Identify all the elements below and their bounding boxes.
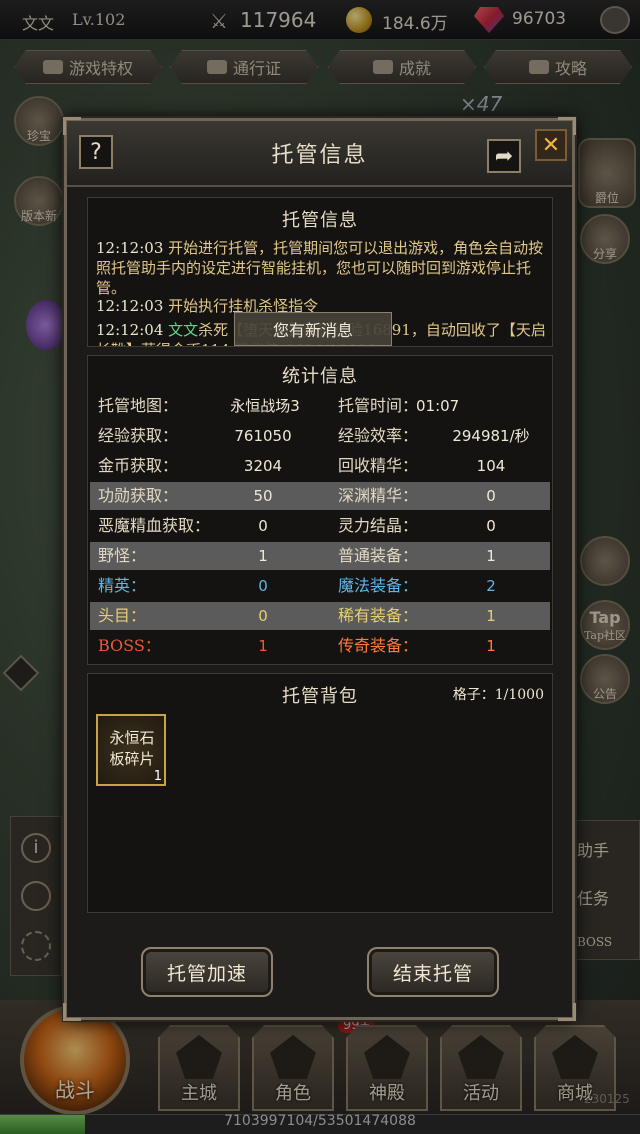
stat-label: 灵力结晶： bbox=[338, 516, 419, 535]
bag-item-name: 永恒石板碎片 bbox=[109, 729, 155, 768]
hosting-bag-panel: 托管背包 格子：1/1000 永恒石板碎片 1 bbox=[87, 673, 553, 913]
stat-row: 托管地图： 永恒战场3 托管时间： 01:07 bbox=[90, 392, 550, 420]
statistics-panel: 统计信息 托管地图： 永恒战场3 托管时间： 01:07 经验获取： 761050 经验效率… bbox=[87, 355, 553, 665]
hosting-info-dialog: ? 托管信息 ➦ ✕ 托管信息 12:12:03 开始进行托管，托管期间您可以退… bbox=[63, 117, 576, 1021]
stat-row: 金币获取： 3204 回收精华： 104 bbox=[90, 452, 550, 480]
stat-row: 野怪： 1 普通装备： 1 bbox=[90, 542, 550, 570]
stat-label: 功勋获取： bbox=[98, 486, 179, 505]
stat-row: 头目： 0 稀有装备： 1 bbox=[90, 602, 550, 630]
stat-value: 294981/秒 bbox=[452, 427, 530, 445]
stat-value: 0 bbox=[258, 517, 268, 535]
stat-value: 0 bbox=[486, 487, 496, 505]
stat-value: 1 bbox=[258, 637, 268, 655]
stat-label: 经验获取： bbox=[98, 426, 179, 445]
stat-row: BOSS： 1 传奇装备： 1 bbox=[90, 632, 550, 660]
new-message-toast[interactable]: 您有新消息 bbox=[234, 312, 392, 346]
log-time: 12:12:03 bbox=[96, 239, 164, 257]
stat-row: 经验获取： 761050 经验效率： 294981/秒 bbox=[90, 422, 550, 450]
bag-capacity: 格子：1/1000 bbox=[452, 687, 544, 703]
stat-row: 精英： 0 魔法装备： 2 bbox=[90, 572, 550, 600]
log-text: 开始进行托管，托管期间您可以退出游戏，角色会自动按照托管助手内的设定进行智能挂机… bbox=[96, 239, 544, 297]
stat-value: 3204 bbox=[243, 457, 283, 475]
stat-label: 普通装备： bbox=[338, 546, 419, 565]
stats-panel-title: 统计信息 bbox=[282, 366, 358, 387]
stat-value: 0 bbox=[486, 517, 496, 535]
close-button[interactable]: ✕ bbox=[535, 129, 567, 161]
stat-label: 恶魔精血获取： bbox=[98, 516, 211, 535]
stat-value: 永恒战场3 bbox=[230, 397, 300, 415]
speed-up-hosting-button[interactable]: 托管加速 bbox=[141, 947, 273, 997]
stat-value: 0 bbox=[258, 577, 268, 595]
stat-label: 回收精华： bbox=[338, 456, 419, 475]
stat-value: 761050 bbox=[234, 427, 292, 445]
stat-label: 托管时间： bbox=[338, 396, 419, 415]
stat-row: 功勋获取： 50 深渊精华： 0 bbox=[90, 482, 550, 510]
stat-label: 稀有装备： bbox=[338, 606, 419, 625]
hosting-log-panel[interactable]: 托管信息 12:12:03 开始进行托管，托管期间您可以退出游戏，角色会自动按照… bbox=[87, 197, 553, 347]
bag-item-slot[interactable]: 永恒石板碎片 1 bbox=[96, 714, 166, 786]
dialog-header: ? 托管信息 ➦ ✕ bbox=[67, 121, 572, 187]
stat-value: 0 bbox=[258, 607, 268, 625]
stat-label: 头目： bbox=[98, 606, 147, 625]
stat-value: 50 bbox=[253, 487, 273, 505]
log-time: 12:12:03 bbox=[96, 297, 164, 315]
stat-label: 传奇装备： bbox=[338, 636, 419, 655]
log-player-name: 文文 bbox=[168, 321, 199, 339]
stat-value: 1 bbox=[258, 547, 268, 565]
share-arrow-button[interactable]: ➦ bbox=[487, 139, 521, 173]
stat-label: 精英： bbox=[98, 576, 147, 595]
log-panel-title: 托管信息 bbox=[282, 210, 358, 231]
bag-item-count: 1 bbox=[153, 769, 162, 784]
stat-value: 2 bbox=[486, 577, 496, 595]
stat-label: 托管地图： bbox=[98, 396, 179, 415]
stat-value: 104 bbox=[476, 457, 506, 475]
share-arrow-icon: ➦ bbox=[494, 143, 514, 169]
stat-value: 1 bbox=[486, 637, 496, 655]
frame-corner bbox=[63, 1003, 81, 1021]
frame-corner bbox=[558, 1003, 576, 1021]
log-time: 12:12:04 bbox=[96, 321, 164, 339]
stat-value: 1 bbox=[486, 547, 496, 565]
end-hosting-button[interactable]: 结束托管 bbox=[367, 947, 499, 997]
stat-label: 野怪： bbox=[98, 546, 147, 565]
stat-label: 经验效率： bbox=[338, 426, 419, 445]
stat-label: 深渊精华： bbox=[338, 486, 419, 505]
stat-value: 1 bbox=[486, 607, 496, 625]
stat-value: 01:07 bbox=[416, 397, 460, 415]
log-line: 12:12:03 开始进行托管，托管期间您可以退出游戏，角色会自动按照托管助手内… bbox=[96, 238, 546, 298]
stat-label: BOSS： bbox=[98, 636, 161, 655]
stat-label: 魔法装备： bbox=[338, 576, 419, 595]
stat-label: 金币获取： bbox=[98, 456, 179, 475]
stat-row: 恶魔精血获取： 0 灵力结晶： 0 bbox=[90, 512, 550, 540]
